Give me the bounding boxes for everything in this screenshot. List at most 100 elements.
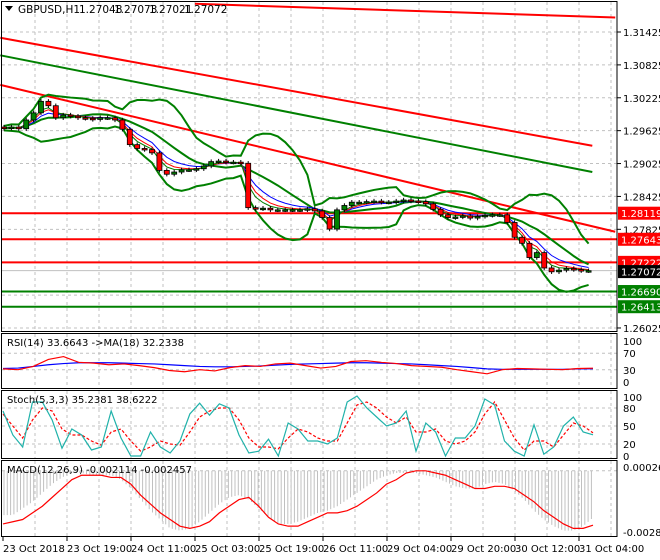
candle-body xyxy=(297,209,303,212)
ohlc-close: 1.27072 xyxy=(184,4,227,16)
candle-body xyxy=(452,216,459,219)
indicator-axis-label: 20 xyxy=(623,440,636,451)
time-tick-label: 29 Oct 20:00 xyxy=(451,544,516,555)
candle-body xyxy=(422,201,429,205)
chart-header: GBPUSD,H1 1.27048 1.27073 1.27021 1.2707… xyxy=(5,4,227,16)
level-price-tag: 1.28119 xyxy=(621,209,660,220)
candle-body xyxy=(82,117,89,120)
candle-body xyxy=(15,126,22,130)
candle-body xyxy=(52,105,59,119)
candle-body xyxy=(119,119,126,130)
candle-body xyxy=(393,200,400,203)
candle-body xyxy=(519,236,525,244)
candle-body xyxy=(215,160,222,163)
price-overlays xyxy=(0,2,617,308)
candle-body xyxy=(585,270,592,273)
main-panel-frame xyxy=(1,1,618,332)
candle-body xyxy=(548,267,555,273)
candle-body xyxy=(260,207,266,211)
trend-line xyxy=(194,2,616,19)
candle-body xyxy=(163,169,170,175)
candle-body xyxy=(126,128,133,146)
candle-body xyxy=(504,214,511,223)
candle-body xyxy=(178,169,185,173)
candle-body xyxy=(371,200,377,203)
candle-body xyxy=(311,208,318,212)
candle-body xyxy=(8,126,15,129)
candle-body xyxy=(23,119,30,130)
candle-body xyxy=(156,152,163,171)
candle-body xyxy=(208,161,215,167)
candle-body xyxy=(467,215,474,219)
candle-body xyxy=(141,148,148,151)
candle-body xyxy=(193,168,200,171)
level-price-tag: 1.27643 xyxy=(621,235,660,246)
candle-body xyxy=(482,214,488,218)
rsi-ma-line xyxy=(2,362,594,370)
candle-body xyxy=(437,208,444,216)
candle-body xyxy=(149,149,155,154)
rsi-title: RSI(14) 33.6643 ->MA(18) 32.2338 xyxy=(7,338,184,349)
indicator-axis-label: 100 xyxy=(623,337,642,348)
candle-body xyxy=(378,200,385,203)
dropdown-triangle-icon[interactable] xyxy=(5,6,13,11)
candle-body xyxy=(408,199,414,202)
indicator-axis-label: -0.002809 xyxy=(623,528,660,539)
candle-body xyxy=(570,268,577,271)
trading-chart[interactable]: 1.31425 1.30825 1.30225 1.29625 1.29025 1.284… xyxy=(0,0,660,560)
candle-body xyxy=(267,207,274,211)
indicator-axis-label: 0 xyxy=(623,378,629,389)
time-tick-label: 24 Oct 11:00 xyxy=(131,544,196,555)
candle-body xyxy=(112,117,118,121)
candle-body xyxy=(97,117,104,120)
time-tick-label: 23 Oct 2018 xyxy=(3,544,65,555)
candle-body xyxy=(385,201,392,205)
candle-body xyxy=(237,161,244,165)
candle-body xyxy=(556,269,562,273)
candle-body xyxy=(474,216,481,219)
rsi-line xyxy=(2,355,594,375)
indicator-panels xyxy=(2,352,617,531)
time-tick-label: 29 Oct 04:00 xyxy=(387,544,452,555)
time-tick-label: 23 Oct 19:00 xyxy=(67,544,132,555)
candle-body xyxy=(578,269,585,272)
level-price-tag: 1.26413 xyxy=(621,303,660,314)
candle-body xyxy=(186,169,192,172)
candle-body xyxy=(171,171,178,175)
indicator-axis-label: 100 xyxy=(623,393,642,404)
indicator-axis-label: 0.000262 xyxy=(623,463,660,474)
candle-body xyxy=(282,209,289,212)
candle-body xyxy=(319,210,326,218)
candle-body xyxy=(67,114,74,117)
price-tick-label: 1.26025 xyxy=(623,324,660,335)
candle-body xyxy=(363,201,370,204)
candle-body xyxy=(245,162,252,209)
candle-body xyxy=(445,214,451,218)
candle-body xyxy=(400,199,407,202)
candle-body xyxy=(326,217,333,230)
candle-body xyxy=(45,100,52,107)
candle-body xyxy=(230,161,237,165)
candle-body xyxy=(104,117,111,120)
candle-body xyxy=(459,215,466,218)
candle-body xyxy=(341,205,348,211)
bollinger-middle xyxy=(3,113,590,266)
time-tick-label: 26 Oct 11:00 xyxy=(323,544,388,555)
level-price-tag: 1.26690 xyxy=(621,288,660,299)
price-tick-label: 1.29625 xyxy=(623,127,660,138)
candle-body xyxy=(223,160,229,163)
price-tick-label: 1.30825 xyxy=(623,61,660,72)
indicator-axis-label: 50 xyxy=(623,422,636,433)
candle-body xyxy=(526,242,533,258)
macd-title: MACD(12,26,9) -0.002114 -0.002457 xyxy=(7,465,192,476)
time-tick-label: 30 Oct 12:00 xyxy=(515,544,580,555)
candle-body xyxy=(415,200,422,203)
candles xyxy=(1,99,592,274)
grid xyxy=(2,2,617,537)
candle-body xyxy=(134,144,141,149)
candle-body xyxy=(200,165,207,170)
candle-body xyxy=(304,208,311,211)
candle-body xyxy=(356,201,363,205)
candle-body xyxy=(541,252,548,269)
time-tick-label: 31 Oct 04:00 xyxy=(579,544,644,555)
